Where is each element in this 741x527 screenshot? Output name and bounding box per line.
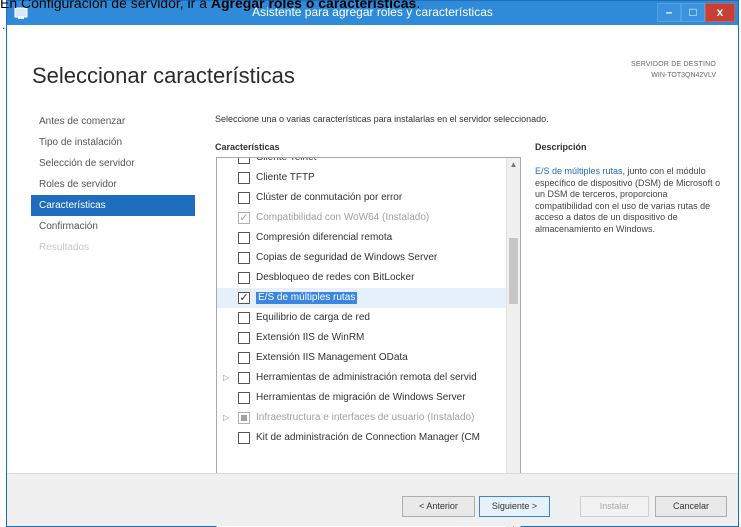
feature-row[interactable]: Equilibrio de carga de red — [217, 308, 507, 328]
destination-server-label: SERVIDOR DE DESTINO — [631, 61, 716, 68]
caption-prefix: En Configuración de servidor, ir a — [0, 0, 211, 11]
feature-checkbox — [238, 412, 250, 424]
install-button: Instalar — [580, 496, 649, 517]
feature-checkbox[interactable] — [238, 292, 250, 304]
feature-checkbox — [238, 212, 250, 224]
feature-label: Extensión IIS Management OData — [256, 352, 408, 363]
wizard-nav: Antes de comenzar Tipo de instalación Se… — [31, 111, 195, 258]
feature-checkbox[interactable] — [238, 432, 250, 444]
nav-item-antes-de-comenzar[interactable]: Antes de comenzar — [31, 111, 195, 132]
nav-item-caracteristicas[interactable]: Características — [31, 195, 195, 216]
feature-checkbox[interactable] — [238, 252, 250, 264]
feature-checkbox[interactable] — [238, 158, 250, 164]
feature-checkbox[interactable] — [238, 332, 250, 344]
features-heading: Características — [215, 142, 280, 152]
feature-row[interactable]: E/S de múltiples rutas — [217, 288, 507, 308]
feature-label: Copias de seguridad de Windows Server — [256, 252, 438, 263]
vertical-scrollbar[interactable]: ▲ ▼ — [506, 158, 520, 527]
page-title: Seleccionar características — [32, 63, 295, 88]
feature-label: Cliente TFTP — [256, 172, 315, 183]
feature-row[interactable]: Cliente Telnet — [217, 158, 507, 168]
feature-checkbox[interactable] — [238, 352, 250, 364]
description-link[interactable]: E/S de múltiples rutas — [535, 166, 623, 176]
feature-row[interactable]: Herramientas de migración de Windows Ser… — [217, 388, 507, 408]
caption-suffix: . — [416, 0, 421, 11]
nav-item-confirmacion[interactable]: Confirmación — [31, 216, 195, 237]
feature-checkbox[interactable] — [238, 372, 250, 384]
scroll-up-arrow-icon[interactable]: ▲ — [507, 158, 520, 172]
maximize-button[interactable]: □ — [681, 3, 705, 22]
feature-label: Compresión diferencial remota — [256, 232, 393, 243]
feature-row[interactable]: Cliente TFTP — [217, 168, 507, 188]
feature-row[interactable]: Extensión IIS Management OData — [217, 348, 507, 368]
nav-item-resultados: Resultados — [39, 242, 90, 253]
feature-checkbox[interactable] — [238, 272, 250, 284]
description-heading: Descripción — [535, 142, 587, 152]
feature-checkbox[interactable] — [238, 192, 250, 204]
feature-label: Clúster de conmutación por error — [256, 192, 403, 203]
feature-label: Desbloqueo de redes con BitLocker — [256, 272, 415, 283]
feature-checkbox[interactable] — [238, 392, 250, 404]
feature-label: E/S de múltiples rutas — [256, 292, 358, 304]
destination-server-name: WIN-TOT3QN42VLV — [651, 72, 716, 79]
feature-row[interactable]: Clúster de conmutación por error — [217, 188, 507, 208]
feature-checkbox[interactable] — [238, 232, 250, 244]
feature-label: Equilibrio de carga de red — [256, 312, 370, 323]
next-button[interactable]: Siguiente > — [479, 496, 550, 517]
cancel-button[interactable]: Cancelar — [655, 496, 727, 517]
caption-bold: Agregar roles o características — [210, 0, 417, 11]
instruction-text: Seleccione una o varias características … — [215, 114, 549, 124]
vertical-scroll-thumb[interactable] — [509, 238, 518, 304]
feature-checkbox[interactable] — [238, 172, 250, 184]
feature-checkbox[interactable] — [238, 312, 250, 324]
feature-label: Herramientas de migración de Windows Ser… — [256, 392, 466, 403]
features-list-items: Cliente Telnet Cliente TFTP Clúster de con… — [217, 158, 507, 527]
feature-label: Cliente Telnet — [256, 158, 316, 164]
feature-row[interactable]: Compatibilidad con WoW64 (Instalado) — [217, 208, 507, 228]
feature-label: Infraestructura e interfaces de usuario … — [256, 412, 475, 423]
stray-mark: . — [2, 18, 6, 32]
feature-label: Compatibilidad con WoW64 (Instalado) — [256, 212, 430, 223]
document-caption: En Configuración de servidor, ir a Agreg… — [0, 0, 420, 11]
previous-button[interactable]: < Anterior — [402, 496, 475, 517]
feature-description: E/S de múltiples rutas, junto con el mód… — [535, 166, 725, 235]
features-list[interactable]: Cliente Telnet Cliente TFTP Clúster de con… — [216, 157, 521, 527]
feature-row[interactable]: Desbloqueo de redes con BitLocker — [217, 268, 507, 288]
feature-row[interactable]: ▷ Infraestructura e interfaces de usuario… — [217, 408, 507, 428]
nav-item-seleccion-servidor[interactable]: Selección de servidor — [31, 153, 195, 174]
minimize-button[interactable]: – — [657, 3, 681, 22]
feature-row[interactable]: Compresión diferencial remota — [217, 228, 507, 248]
wizard-footer: < Anterior Siguiente > Instalar Cancelar — [7, 473, 738, 526]
nav-item-roles-servidor[interactable]: Roles de servidor — [31, 174, 195, 195]
page: Asistente para agregar roles y caracterí… — [0, 0, 741, 527]
feature-label: Extensión IIS de WinRM — [256, 332, 365, 343]
feature-label: Herramientas de administración remota de… — [256, 372, 477, 383]
wizard-window: Asistente para agregar roles y caracterí… — [6, 0, 739, 527]
nav-item-tipo-instalacion[interactable]: Tipo de instalación — [31, 132, 195, 153]
expand-arrow-icon[interactable]: ▷ — [223, 373, 229, 382]
close-button[interactable]: x — [705, 3, 735, 22]
expand-arrow-icon[interactable]: ▷ — [223, 413, 229, 422]
feature-row[interactable]: Kit de administración de Connection Mana… — [217, 428, 507, 448]
feature-label: Kit de administración de Connection Mana… — [256, 432, 480, 443]
feature-row[interactable]: Extensión IIS de WinRM — [217, 328, 507, 348]
feature-row[interactable]: ▷ Herramientas de administración remota d… — [217, 368, 507, 388]
description-body: , junto con el módulo específico de disp… — [535, 166, 721, 234]
feature-row[interactable]: Copias de seguridad de Windows Server — [217, 248, 507, 268]
